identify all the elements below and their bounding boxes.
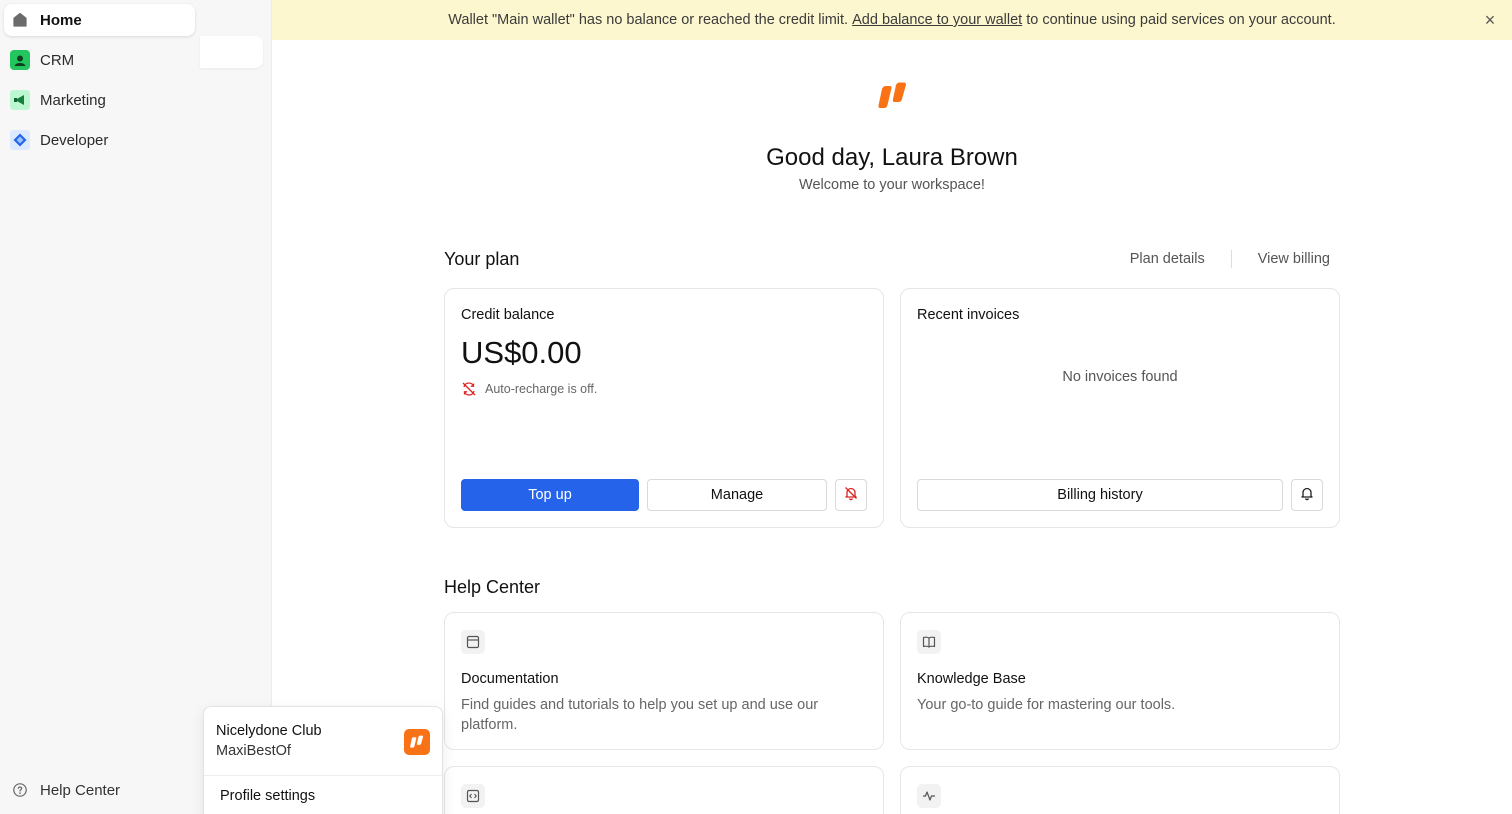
sidebar-item-developer[interactable]: Developer (4, 124, 195, 156)
view-billing-link[interactable]: View billing (1258, 251, 1330, 267)
status-card[interactable] (900, 766, 1340, 814)
plan-details-link[interactable]: Plan details (1130, 251, 1205, 267)
notifications-button[interactable] (1291, 479, 1323, 511)
help-icon (10, 780, 30, 800)
sidebar-item-crm[interactable]: CRM (4, 44, 195, 76)
credit-balance-card: Credit balance US$0.00 Auto-recharge is … (444, 288, 884, 528)
sidebar: Home CRM Marketing Developer Help Center (0, 0, 200, 814)
bell-off-icon (843, 485, 859, 505)
sidebar-item-label: Home (40, 11, 82, 29)
recent-invoices-title: Recent invoices (917, 307, 1020, 323)
documentation-card[interactable]: Documentation Find guides and tutorials … (444, 612, 884, 750)
document-icon (461, 630, 485, 654)
manage-button[interactable]: Manage (647, 479, 827, 511)
documentation-description: Find guides and tutorials to help you se… (461, 697, 819, 733)
banner-text-after: to continue using paid services on your … (1026, 12, 1336, 28)
workspace-logo-icon (404, 729, 430, 755)
wallet-warning-banner: Wallet "Main wallet" has no balance or r… (272, 0, 1512, 40)
book-icon (917, 630, 941, 654)
banner-text-before: Wallet "Main wallet" has no balance or r… (448, 12, 849, 28)
greeting-title: Good day, Laura Brown (766, 144, 1018, 171)
no-invoices-message: No invoices found (1062, 369, 1178, 385)
sidebar-item-marketing[interactable]: Marketing (4, 84, 195, 116)
workspace-org-name[interactable]: Nicelydone Club (216, 723, 322, 739)
sidebar-item-home[interactable]: Home (4, 4, 195, 36)
home-icon (10, 10, 30, 30)
top-up-button[interactable]: Top up (461, 479, 639, 511)
notifications-off-button[interactable] (835, 479, 867, 511)
close-icon[interactable]: × (1480, 10, 1500, 30)
help-center-section-title: Help Center (444, 577, 541, 597)
workspace-sub-name: MaxiBestOf (216, 743, 291, 759)
knowledge-base-description: Your go-to guide for mastering our tools… (917, 697, 1176, 713)
api-reference-card[interactable] (444, 766, 884, 814)
add-balance-link[interactable]: Add balance to your wallet (852, 12, 1022, 28)
code-icon (461, 784, 485, 808)
bell-icon (1299, 485, 1315, 505)
sidebar-item-label: Marketing (40, 91, 106, 109)
sidebar-item-help-center[interactable]: Help Center (4, 774, 195, 806)
divider (204, 775, 442, 776)
plan-links: Plan details View billing (1130, 250, 1330, 268)
sidebar-item-label: CRM (40, 51, 75, 69)
auto-recharge-text: Auto-recharge is off. (485, 382, 598, 396)
recharge-off-icon (461, 381, 477, 397)
sidebar-item-label: Developer (40, 131, 109, 149)
plan-section-title: Your plan (444, 249, 520, 269)
divider (1230, 250, 1232, 268)
documentation-title: Documentation (461, 671, 559, 687)
marketing-icon (10, 90, 30, 110)
profile-settings-item[interactable]: Profile settings (220, 788, 315, 804)
secondary-sidebar (200, 0, 272, 814)
credit-balance-title: Credit balance (461, 307, 555, 323)
recent-invoices-card: Recent invoices No invoices found Billin… (900, 288, 1340, 528)
billing-history-button[interactable]: Billing history (917, 479, 1283, 511)
brand-logo (876, 82, 910, 110)
knowledge-base-title: Knowledge Base (917, 671, 1026, 687)
developer-icon (10, 130, 30, 150)
welcome-subtitle: Welcome to your workspace! (799, 177, 985, 193)
help-center-label: Help Center (40, 781, 121, 799)
crm-icon (10, 50, 30, 70)
activity-icon (917, 784, 941, 808)
auto-recharge-status: Auto-recharge is off. (461, 381, 597, 397)
credit-balance-amount: US$0.00 (461, 335, 582, 370)
workspace-popover: Nicelydone Club MaxiBestOf Profile setti… (203, 706, 443, 814)
knowledge-base-card[interactable]: Knowledge Base Your go-to guide for mast… (900, 612, 1340, 750)
secondary-sidebar-item[interactable] (200, 36, 263, 68)
